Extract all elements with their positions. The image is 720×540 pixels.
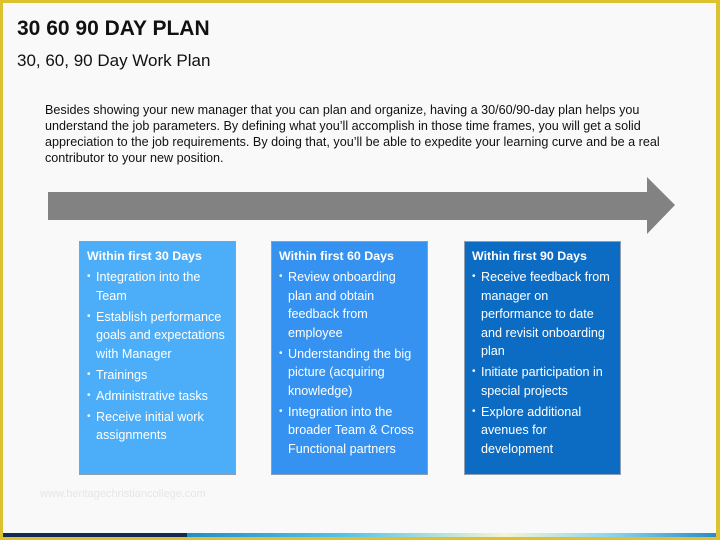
list-item: • Review onboarding plan and obtain feedb… [279,270,396,340]
slide-subtitle: 30, 60, 90 Day Work Plan [17,51,211,70]
list-item: • Receive feedback from manager on perfor… [472,270,610,358]
footer-bar-gradient [187,533,716,537]
intro-paragraph: Besides showing your new manager that yo… [45,103,660,165]
bullet-icon: • [279,405,283,417]
list-item: • Explore additional avenues for developm… [472,404,582,456]
list-item: • Initiate participation in special proje… [472,365,603,398]
watermark: www.heritagechristiancollege.com [40,488,206,500]
bullet-icon: • [472,271,476,282]
phase-box-30-days: Within first 30 Days • Integration into t… [79,241,236,475]
footer-bar-navy [3,533,187,537]
list-item: • Integration into the Team [87,270,201,303]
right-arrow-icon [48,177,675,234]
slide-title: 30 60 90 DAY PLAN [17,17,210,40]
bullet-icon: • [279,271,283,282]
bullet-icon: • [279,347,283,359]
bullet-icon: • [87,368,91,380]
bullet-icon: • [87,271,91,282]
phase-item-list: • Review onboarding plan and obtain feedb… [279,268,421,458]
bullet-icon: • [87,410,91,422]
phase-heading: Within first 30 Days [87,249,202,263]
bullet-icon: • [472,405,476,417]
bullet-icon: • [87,310,91,322]
phase-heading: Within first 60 Days [279,249,394,263]
phase-item-list: • Integration into the Team • Establish pe… [87,268,229,445]
list-item: • Establish performance goals and expecta… [87,309,225,361]
timeline-arrow-shape [48,177,675,234]
list-item: • Administrative tasks [87,387,229,406]
phase-heading: Within first 90 Days [472,249,587,263]
bullet-icon: • [87,389,91,401]
slide: 30 60 90 DAY PLAN 30, 60, 90 Day Work Pl… [3,3,716,537]
list-item: • Understanding the big picture (acquirin… [279,346,412,398]
phase-box-90-days: Within first 90 Days • Receive feedback f… [464,241,621,475]
list-item: • Trainings [87,366,229,385]
list-item: • Receive initial work assignments [87,409,204,443]
bullet-icon: • [472,366,476,377]
phase-box-60-days: Within first 60 Days • Review onboarding … [271,241,428,475]
phase-item-list: • Receive feedback from manager on perfor… [472,268,614,458]
list-item: • Integration into the broader Team & Cro… [279,404,414,456]
